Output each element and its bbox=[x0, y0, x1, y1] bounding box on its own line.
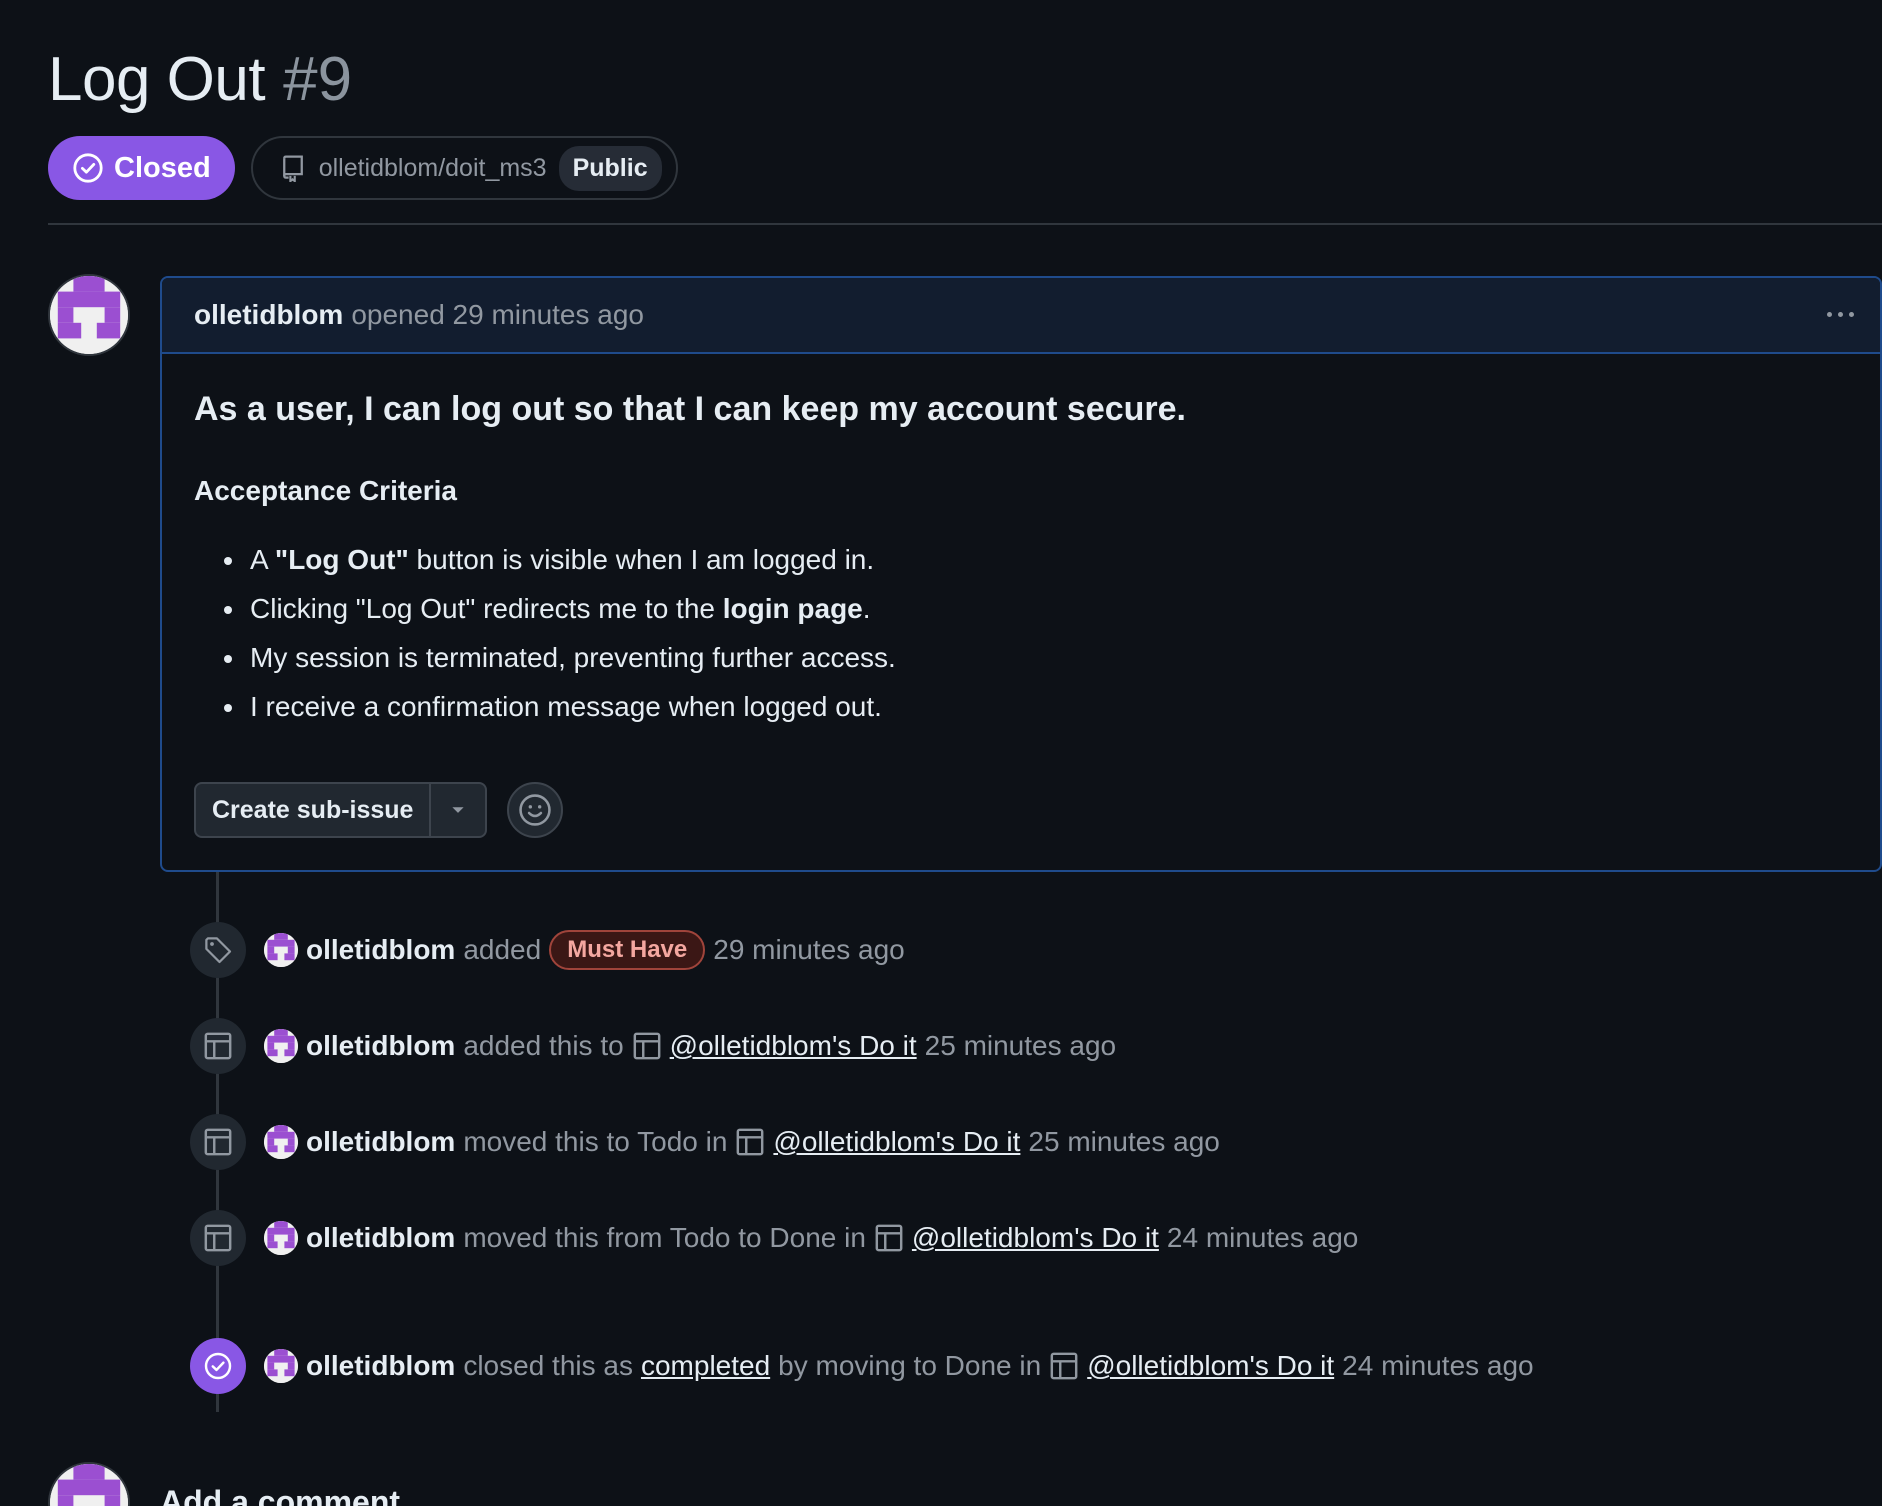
timeline-event-project: olletidblom moved this from Todo to Done… bbox=[190, 1209, 1358, 1267]
add-reaction-button[interactable] bbox=[507, 782, 564, 838]
tag-icon bbox=[190, 922, 246, 978]
issue-number: #9 bbox=[283, 45, 353, 114]
event-verb-secondary: by moving to Done in bbox=[778, 1350, 1042, 1381]
visibility-badge: Public bbox=[558, 145, 662, 191]
list-item: A "Log Out" button is visible when I am … bbox=[224, 535, 1848, 584]
list-item: Clicking "Log Out" redirects me to the l… bbox=[224, 584, 1848, 633]
project-link[interactable]: @olletidblom's Do it bbox=[670, 1030, 917, 1062]
event-verb: added this to bbox=[463, 1030, 624, 1061]
event-time[interactable]: 24 minutes ago bbox=[1342, 1350, 1533, 1382]
event-time[interactable]: 25 minutes ago bbox=[1028, 1126, 1219, 1158]
event-author[interactable]: olletidblom bbox=[306, 1350, 455, 1382]
project-link[interactable]: @olletidblom's Do it bbox=[912, 1222, 1159, 1254]
event-author[interactable]: olletidblom bbox=[306, 1126, 455, 1158]
project-link[interactable]: @olletidblom's Do it bbox=[1087, 1350, 1334, 1382]
timeline-event-project: olletidblom added this to @olletidblom's… bbox=[190, 1017, 1116, 1075]
comment-body: As a user, I can log out so that I can k… bbox=[162, 354, 1880, 731]
event-time[interactable]: 25 minutes ago bbox=[925, 1030, 1116, 1062]
repo-name[interactable]: olletidblom/doit_ms3 bbox=[319, 154, 547, 183]
event-author[interactable]: olletidblom bbox=[306, 1222, 455, 1254]
avatar[interactable] bbox=[264, 1029, 298, 1063]
event-verb: moved this to Todo in bbox=[463, 1126, 728, 1157]
comment-opened-time: opened 29 minutes ago bbox=[351, 299, 645, 330]
project-link[interactable]: @olletidblom's Do it bbox=[773, 1126, 1020, 1158]
project-icon bbox=[190, 1018, 246, 1074]
comment-actions: Create sub-issue bbox=[194, 782, 564, 838]
project-icon bbox=[190, 1210, 246, 1266]
create-sub-issue-button[interactable]: Create sub-issue bbox=[196, 784, 432, 836]
issue-title: Log Out bbox=[48, 45, 266, 114]
chevron-down-icon[interactable] bbox=[431, 784, 485, 836]
project-board-icon bbox=[874, 1223, 904, 1253]
repo-pill[interactable]: olletidblom/doit_ms3 Public bbox=[250, 136, 678, 200]
event-verb: closed this as bbox=[463, 1350, 633, 1381]
smiley-icon bbox=[519, 794, 552, 826]
avatar[interactable] bbox=[264, 933, 298, 967]
event-author[interactable]: olletidblom bbox=[306, 934, 455, 966]
comment-header: olletidblom opened 29 minutes ago bbox=[162, 278, 1880, 354]
list-item: My session is terminated, preventing fur… bbox=[224, 633, 1848, 682]
criteria-list: A "Log Out" button is visible when I am … bbox=[194, 535, 1848, 731]
state-label: Closed bbox=[114, 151, 211, 184]
avatar[interactable] bbox=[264, 1349, 298, 1383]
issue-title-row: Log Out #9 bbox=[48, 44, 352, 120]
timeline-event-label: olletidblom added Must Have 29 minutes a… bbox=[190, 921, 905, 979]
story-heading: As a user, I can log out so that I can k… bbox=[194, 390, 1186, 428]
project-board-icon bbox=[1049, 1351, 1079, 1381]
state-badge: Closed bbox=[48, 136, 235, 200]
issue-meta: Closed olletidblom/doit_ms3 Public bbox=[48, 136, 678, 200]
issue-body-comment: olletidblom opened 29 minutes ago As a u… bbox=[160, 276, 1882, 872]
check-circle-icon bbox=[190, 1338, 246, 1394]
project-board-icon bbox=[632, 1031, 662, 1061]
event-time[interactable]: 24 minutes ago bbox=[1167, 1222, 1358, 1254]
avatar[interactable] bbox=[264, 1221, 298, 1255]
project-board-icon bbox=[735, 1127, 765, 1157]
event-author[interactable]: olletidblom bbox=[306, 1030, 455, 1062]
event-verb: moved this from Todo to Done in bbox=[463, 1222, 866, 1253]
project-icon bbox=[190, 1114, 246, 1170]
timeline-event-closed: olletidblom closed this as completed by … bbox=[190, 1337, 1534, 1395]
create-sub-issue-split-button: Create sub-issue bbox=[194, 782, 488, 838]
list-item: I receive a confirmation message when lo… bbox=[224, 682, 1848, 731]
timeline-event-project: olletidblom moved this to Todo in @ollet… bbox=[190, 1113, 1220, 1171]
criteria-heading: Acceptance Criteria bbox=[194, 475, 458, 506]
more-options-icon[interactable] bbox=[1820, 300, 1860, 328]
add-comment-heading: Add a comment bbox=[160, 1484, 401, 1506]
event-time[interactable]: 29 minutes ago bbox=[713, 934, 904, 966]
completed-link[interactable]: completed bbox=[641, 1350, 770, 1382]
author-avatar[interactable] bbox=[48, 274, 130, 356]
comment-author[interactable]: olletidblom bbox=[194, 299, 343, 331]
event-verb: added bbox=[463, 934, 542, 965]
current-user-avatar[interactable] bbox=[48, 1462, 130, 1506]
check-circle-icon bbox=[73, 153, 103, 183]
repo-icon bbox=[282, 155, 303, 182]
avatar[interactable] bbox=[264, 1125, 298, 1159]
label-must-have[interactable]: Must Have bbox=[549, 930, 706, 970]
issue-page: Log Out #9 Closed olletidblom/doit_ms3 P… bbox=[48, 0, 1882, 1506]
header-divider bbox=[48, 223, 1882, 225]
